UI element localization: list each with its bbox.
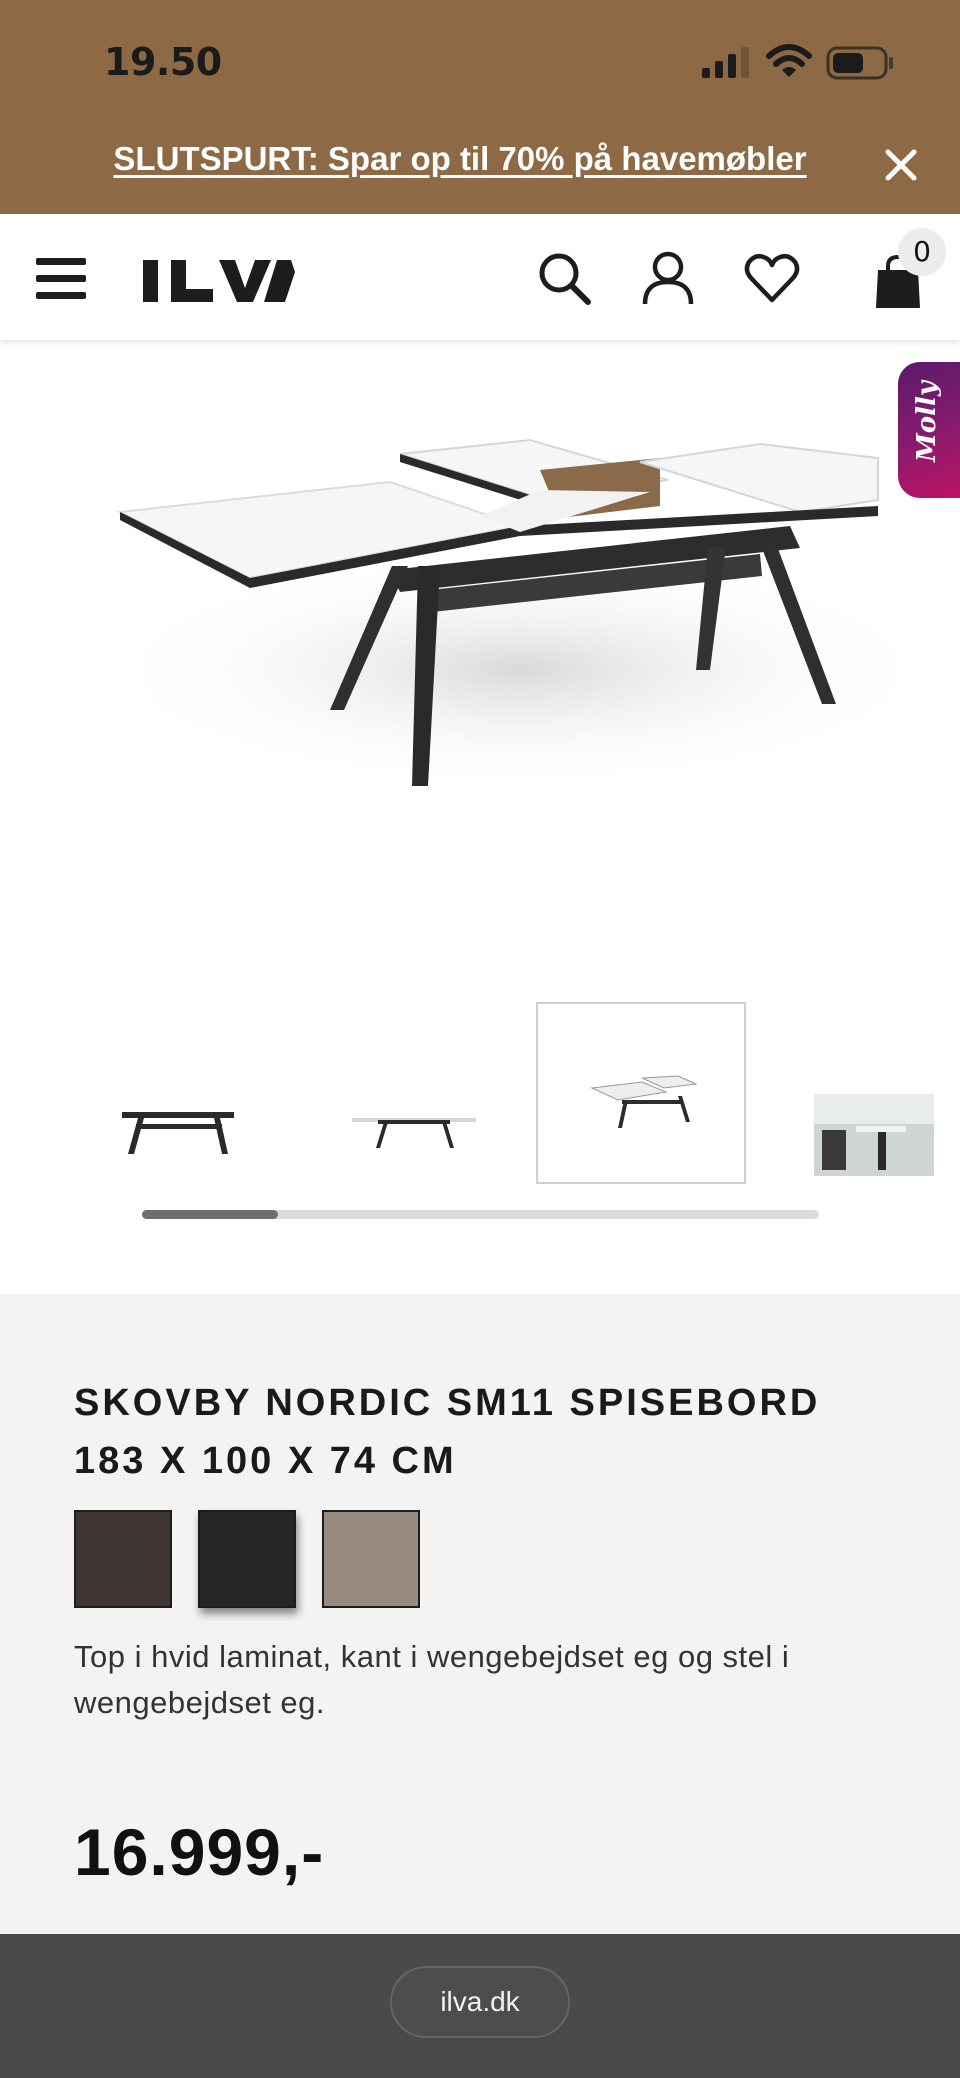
cellular-signal-icon <box>702 47 749 78</box>
cart-count-badge: 0 <box>898 228 946 276</box>
search-icon[interactable] <box>536 250 592 306</box>
color-swatch-dark-brown[interactable] <box>74 1510 172 1608</box>
color-swatch-taupe[interactable] <box>322 1510 420 1608</box>
molly-chat-widget[interactable]: Molly <box>898 362 960 498</box>
table-product-illustration <box>100 438 940 790</box>
image-thumbnail-strip <box>0 960 960 1260</box>
promo-banner-link[interactable]: SLUTSPURT: Spar op til 70% på havemøbler <box>0 140 920 178</box>
hamburger-menu-icon[interactable] <box>36 258 88 302</box>
user-icon[interactable] <box>640 250 696 306</box>
battery-icon <box>826 46 893 80</box>
thumbnail-2[interactable] <box>308 1002 518 1184</box>
url-address-pill[interactable]: ilva.dk <box>390 1966 570 2038</box>
product-title: SKOVBY NORDIC SM11 SPISEBORD 183 X 100 X… <box>74 1374 894 1490</box>
thumbnail-3-selected[interactable] <box>536 1002 746 1184</box>
thumbnail-4[interactable] <box>766 1002 960 1184</box>
heart-icon[interactable] <box>744 250 800 306</box>
browser-bottom-bar: ilva.dk <box>0 1934 960 2078</box>
molly-label: Molly <box>912 381 942 462</box>
wifi-icon <box>766 44 812 77</box>
product-info-panel: SKOVBY NORDIC SM11 SPISEBORD 183 X 100 X… <box>0 1294 960 1934</box>
product-price: 16.999,- <box>74 1815 325 1889</box>
product-description: Top i hvid laminat, kant i wengebejdset … <box>74 1639 790 1720</box>
thumbnail-1[interactable] <box>76 1002 286 1184</box>
thumbnail-scrollbar-thumb[interactable] <box>142 1210 278 1219</box>
site-header: 0 <box>0 214 960 340</box>
close-icon[interactable] <box>880 144 922 186</box>
product-hero-image[interactable] <box>0 340 960 960</box>
status-time: 19.50 <box>104 40 222 84</box>
color-swatch-black-selected[interactable] <box>198 1510 296 1608</box>
ilva-logo[interactable] <box>143 258 295 306</box>
product-brand: SKOVBY NORDIC SM11 <box>74 1382 556 1424</box>
top-banner-area: 19.50 SLUTSPURT: Spar op til 70% på have… <box>0 0 960 214</box>
